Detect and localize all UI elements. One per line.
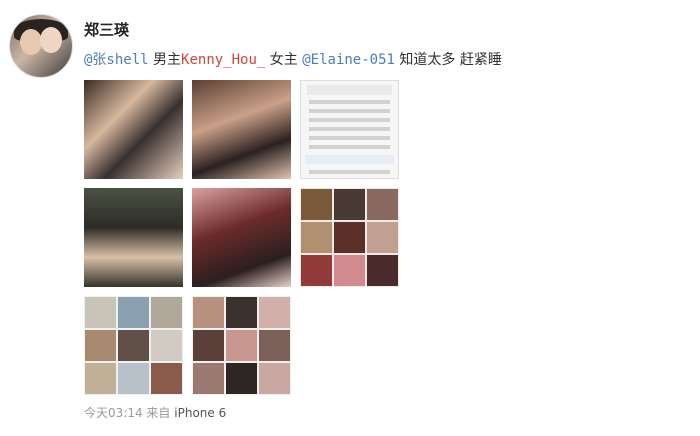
collage-cell xyxy=(301,189,332,220)
mention-link[interactable]: @张shell xyxy=(84,52,149,68)
photo-thumbnail[interactable] xyxy=(84,188,183,287)
screenshot-line xyxy=(309,145,390,149)
avatar-face-right xyxy=(40,27,62,53)
screenshot-line xyxy=(309,127,390,131)
collage-cell xyxy=(193,363,224,394)
screenshot-line xyxy=(309,118,390,122)
collage-cell xyxy=(367,222,398,253)
collage-cell xyxy=(334,222,365,253)
highlighted-name[interactable]: Kenny_Hou_ xyxy=(181,52,265,68)
collage-cell xyxy=(151,297,182,328)
post-text-segment: 女主 xyxy=(265,52,303,68)
collage-cell xyxy=(193,297,224,328)
collage-cell xyxy=(118,330,149,361)
screenshot-line xyxy=(309,109,390,113)
collage-cell xyxy=(367,255,398,286)
collage-cell xyxy=(118,363,149,394)
collage-cell xyxy=(301,255,332,286)
collage-cell xyxy=(226,330,257,361)
collage-cell xyxy=(334,189,365,220)
mention-link[interactable]: @Elaine-051 xyxy=(302,52,395,68)
avatar-face-left xyxy=(20,29,42,55)
post-meta: 今天03:14 来自 iPhone 6 xyxy=(84,404,226,421)
collage-cell xyxy=(193,330,224,361)
screenshot-bar xyxy=(305,155,394,164)
username[interactable]: 郑三瑛 xyxy=(84,19,129,40)
collage-cell xyxy=(301,222,332,253)
screenshot-header xyxy=(307,85,392,95)
screenshot-line xyxy=(309,136,390,140)
collage-cell xyxy=(226,363,257,394)
via-label: 来自 xyxy=(146,406,171,420)
collage-cell xyxy=(85,330,116,361)
collage-cell xyxy=(259,330,290,361)
collage-cell xyxy=(334,255,365,286)
collage-cell xyxy=(151,363,182,394)
collage-cell xyxy=(151,330,182,361)
collage-cell xyxy=(118,297,149,328)
collage-cell xyxy=(85,363,116,394)
screenshot-line xyxy=(309,170,390,174)
photo-thumbnail[interactable] xyxy=(84,80,183,179)
screenshot-line xyxy=(309,100,390,104)
photo-thumbnail[interactable] xyxy=(300,188,399,287)
collage-cell xyxy=(259,363,290,394)
device-source[interactable]: iPhone 6 xyxy=(174,406,226,420)
photo-thumbnail[interactable] xyxy=(192,296,291,395)
photo-thumbnail[interactable] xyxy=(300,80,399,179)
photo-thumbnail[interactable] xyxy=(84,296,183,395)
post-text-segment: 男主 xyxy=(148,52,182,68)
post-timestamp[interactable]: 今天03:14 xyxy=(84,406,143,420)
photo-thumbnail[interactable] xyxy=(192,188,291,287)
collage-cell xyxy=(367,189,398,220)
avatar[interactable] xyxy=(9,14,73,78)
photo-thumbnail[interactable] xyxy=(192,80,291,179)
collage-cell xyxy=(226,297,257,328)
post-text-segment: 知道太多 赶紧睡 xyxy=(394,52,502,68)
collage-cell xyxy=(259,297,290,328)
collage-cell xyxy=(85,297,116,328)
post-text: @张shell 男主Kenny_Hou_ 女主 @Elaine-051 知道太多… xyxy=(84,49,502,69)
